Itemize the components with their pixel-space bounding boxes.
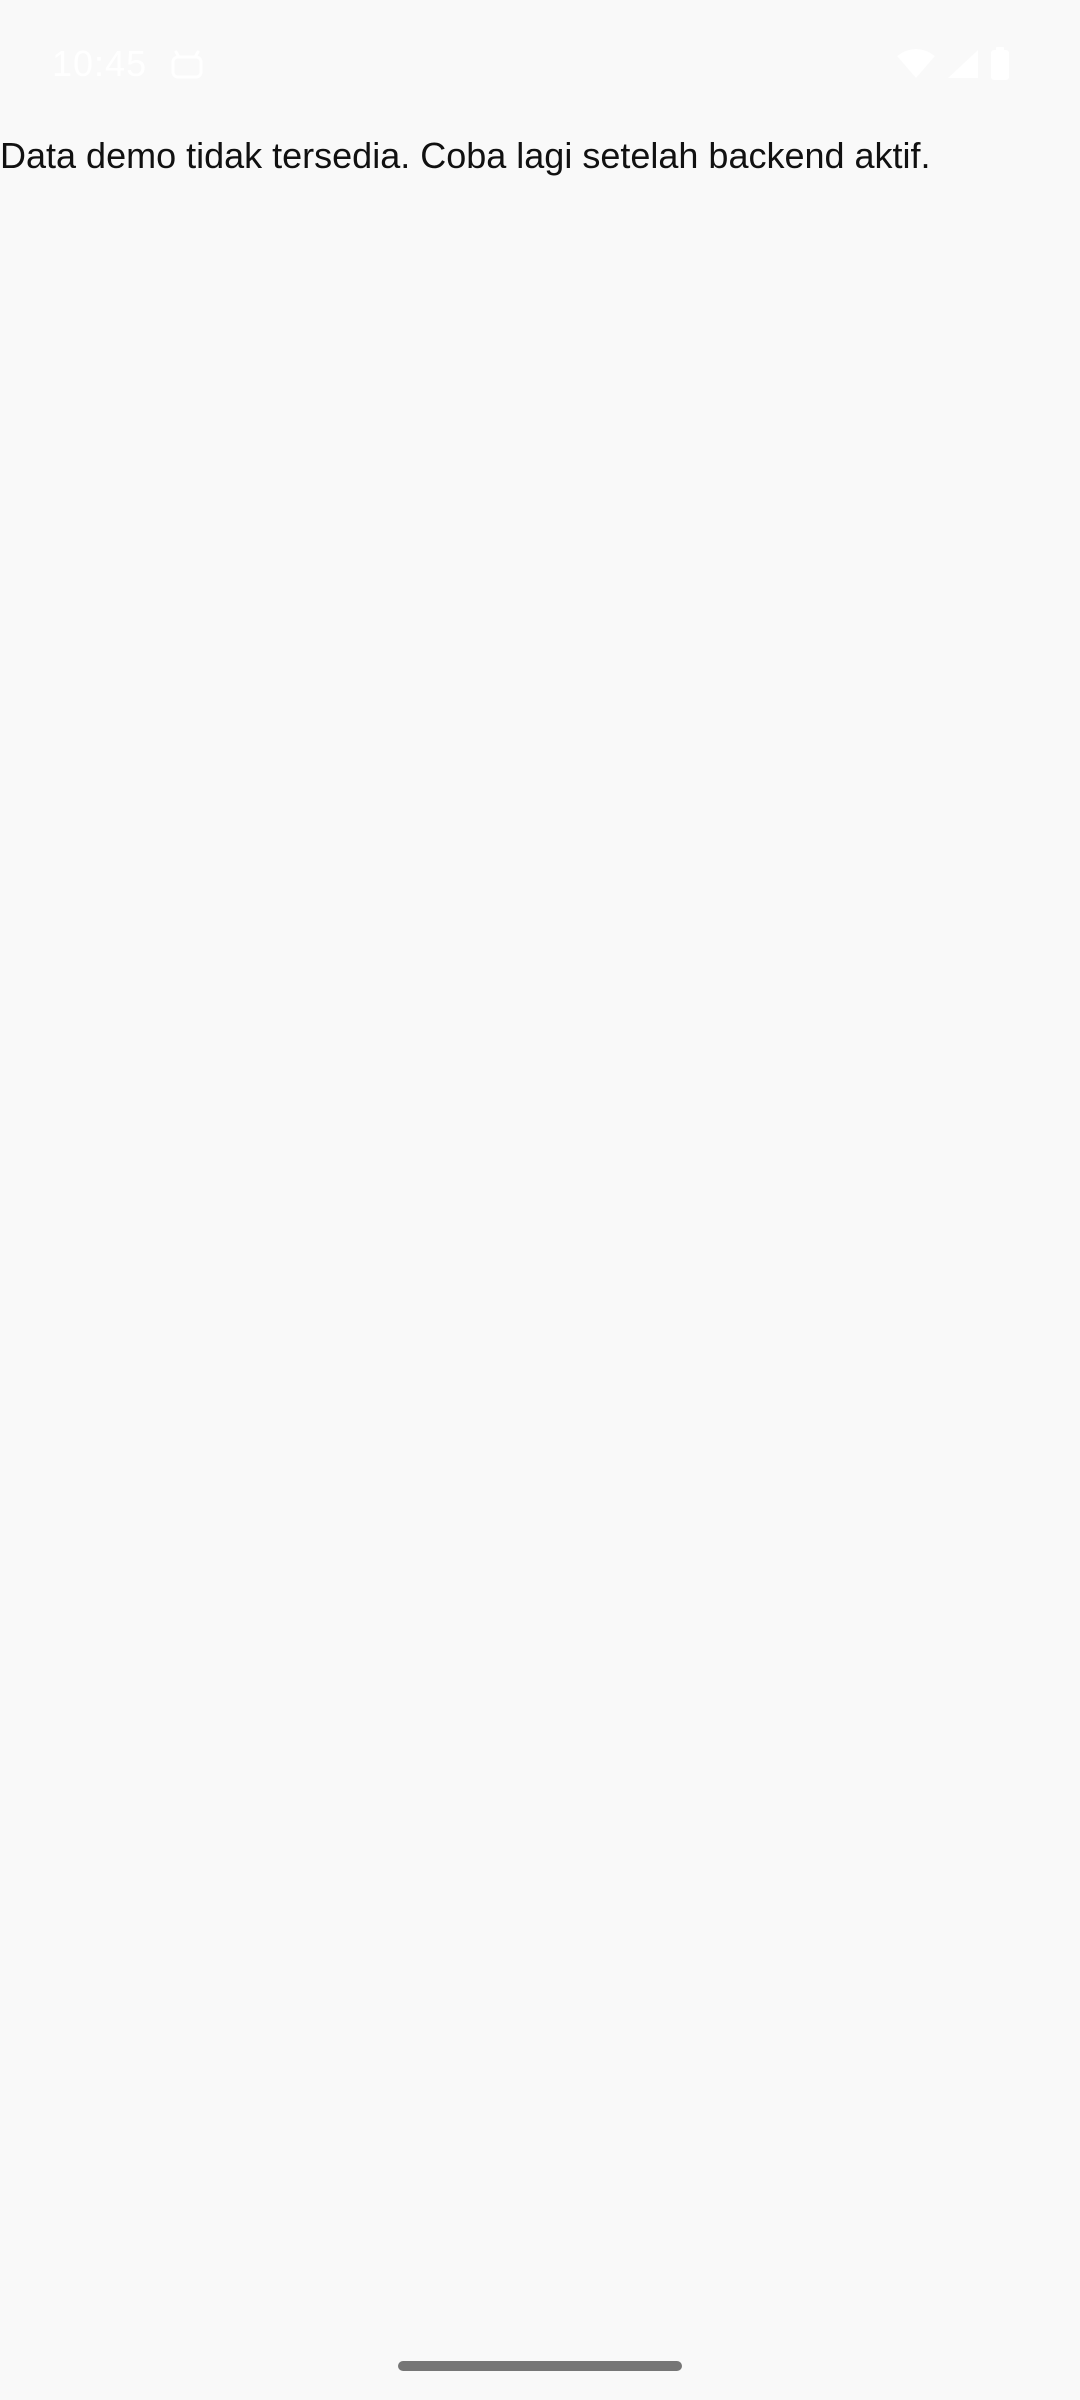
wifi-icon [896,48,936,80]
status-bar: 10:45 [0,0,1080,130]
gesture-navigation-handle[interactable] [398,2361,682,2371]
cell-signal-icon [946,48,980,80]
empty-state-message: Data demo tidak tersedia. Coba lagi sete… [0,135,931,176]
battery-icon [990,47,1010,81]
app-screen: 10:45 Data demo tidak tersedia. Coba lag… [0,0,1080,2400]
android-debug-icon [170,48,204,82]
status-time: 10:45 [52,43,148,84]
status-icons [896,44,1010,84]
